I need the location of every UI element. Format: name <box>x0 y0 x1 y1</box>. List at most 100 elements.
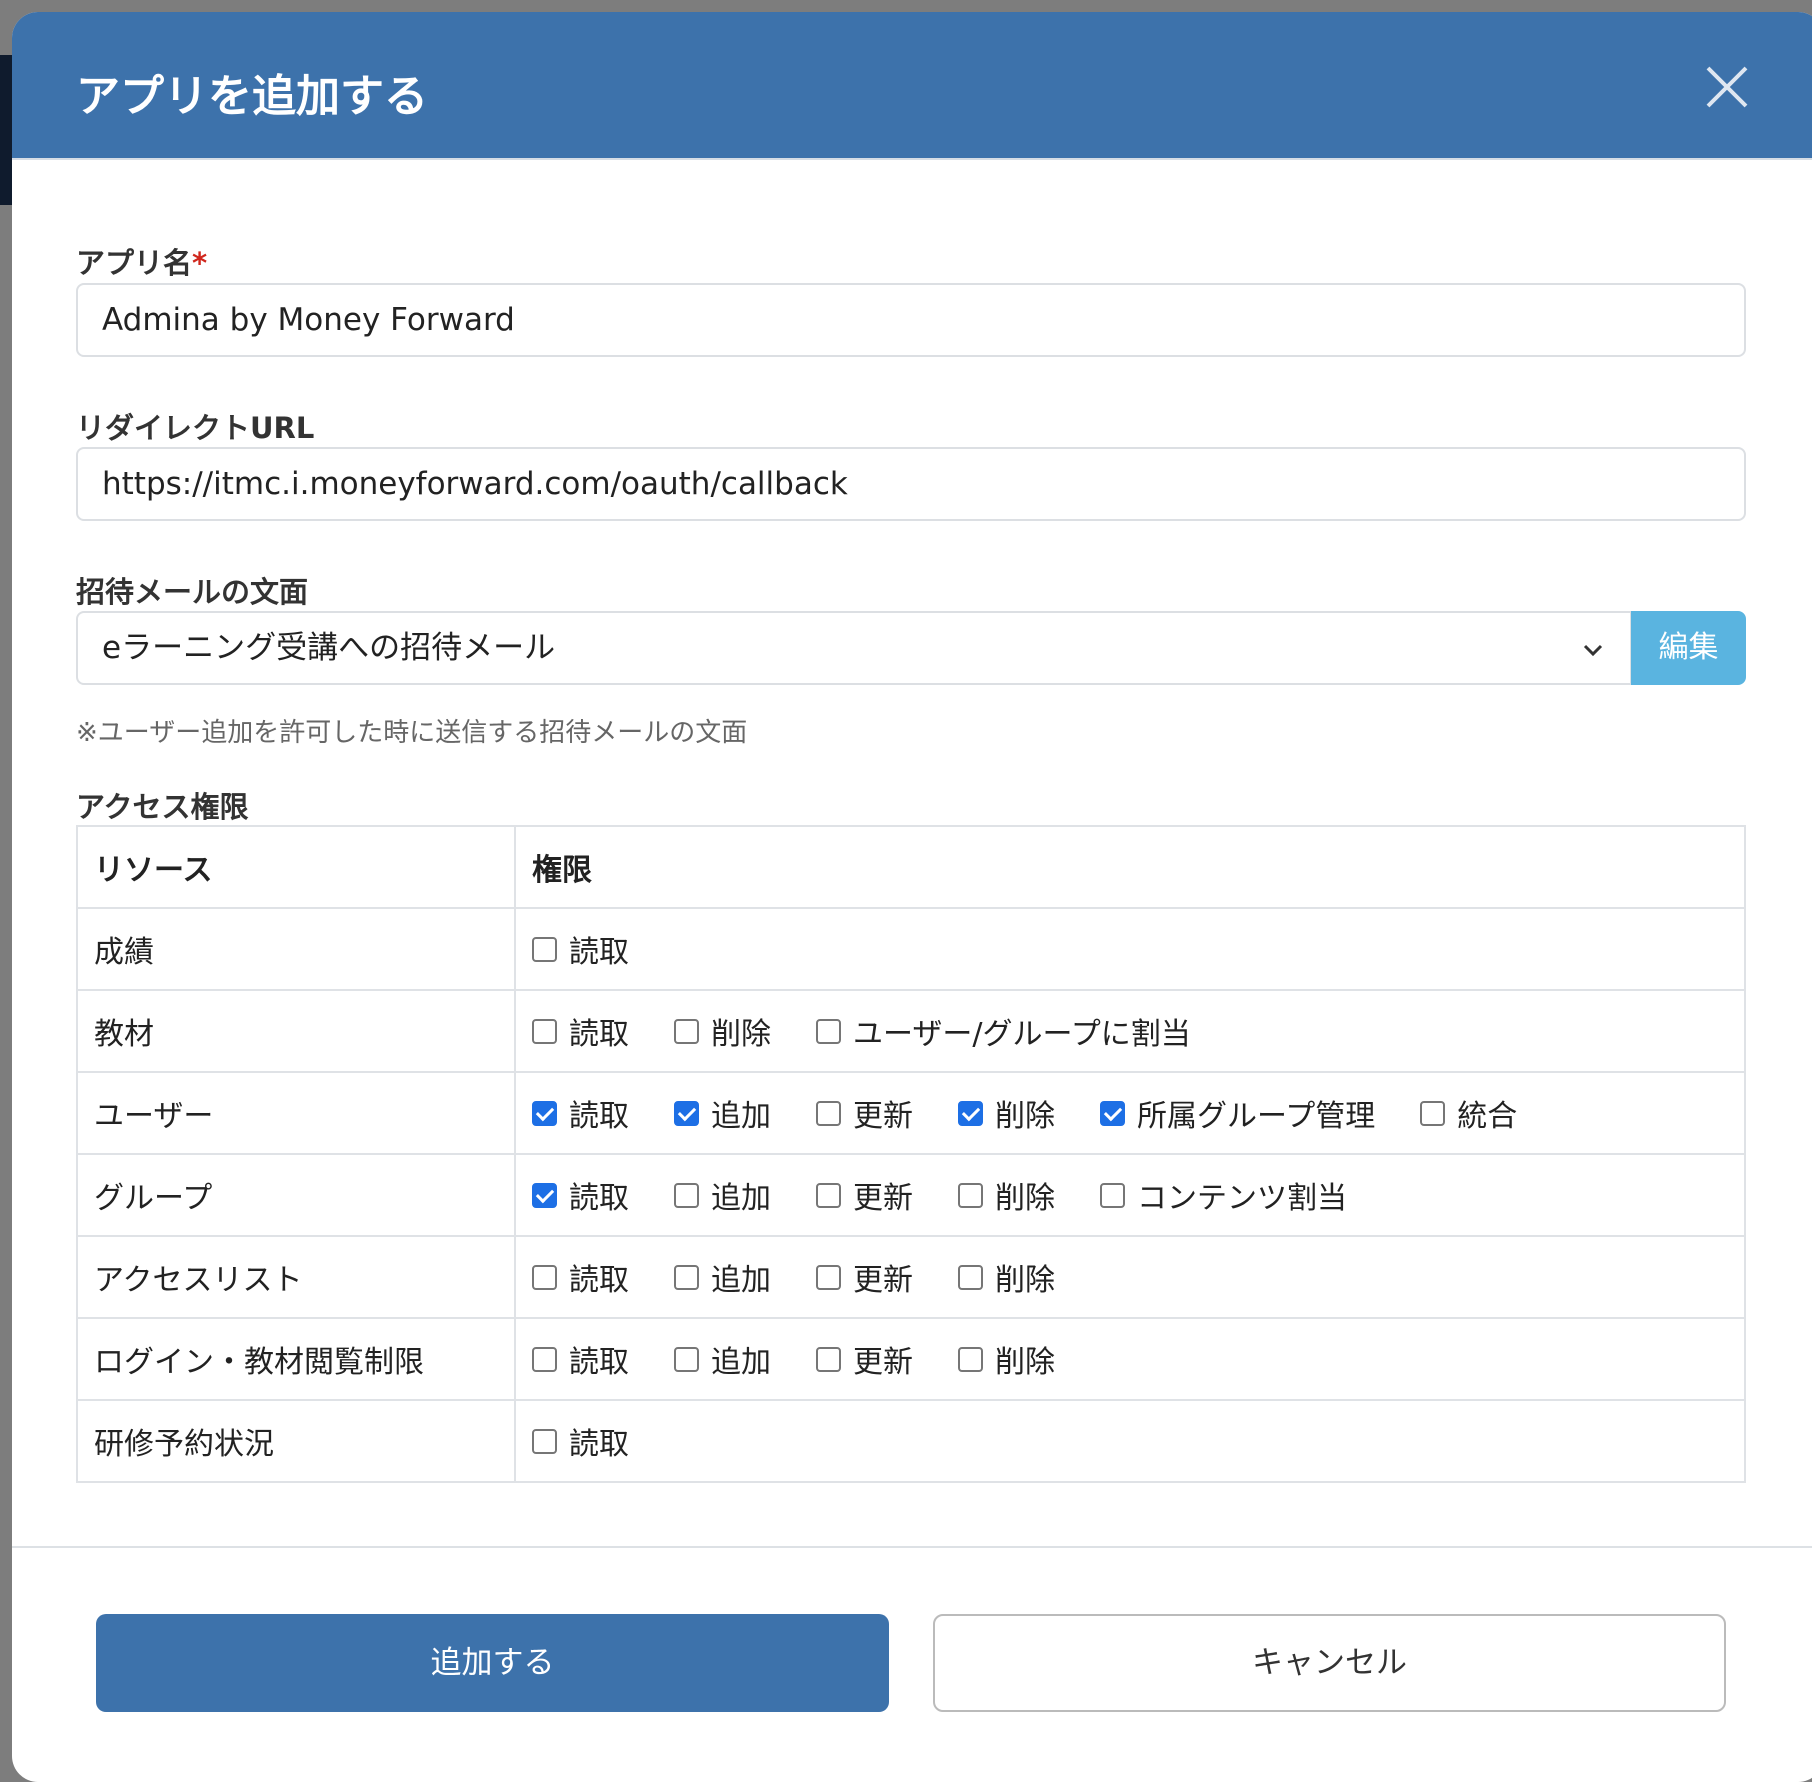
invite-mail-hint: ※ユーザー追加を許可した時に送信する招待メールの文面 <box>76 718 748 748</box>
permission-option[interactable]: 読取 <box>532 1419 629 1463</box>
checkbox[interactable] <box>674 1182 699 1208</box>
table-row: グループ 読取 追加 更新 削除 コンテンツ割当 <box>76 1153 1746 1237</box>
invite-mail-select[interactable]: eラーニング受講への招待メール <box>76 611 1632 685</box>
checkbox[interactable] <box>532 1346 557 1372</box>
redirect-url-input[interactable]: https://itmc.i.moneyforward.com/oauth/ca… <box>76 447 1746 521</box>
resource-name: ユーザー <box>76 1071 516 1155</box>
submit-button[interactable]: 追加する <box>96 1614 889 1712</box>
permission-option[interactable]: 更新 <box>816 1173 913 1217</box>
checkbox[interactable] <box>958 1182 983 1208</box>
permission-option[interactable]: 削除 <box>958 1255 1055 1299</box>
permission-label: 所属グループ管理 <box>1137 1099 1376 1134</box>
permission-label: 統合 <box>1457 1099 1518 1134</box>
permission-option[interactable]: 更新 <box>816 1255 913 1299</box>
permission-option[interactable]: 追加 <box>674 1255 771 1299</box>
resource-name: 教材 <box>76 989 516 1073</box>
permission-label: コンテンツ割当 <box>1137 1181 1347 1216</box>
checkbox[interactable] <box>1100 1100 1125 1126</box>
invite-mail-label: 招待メールの文面 <box>76 575 309 609</box>
permission-option[interactable]: 追加 <box>674 1173 771 1217</box>
checkbox[interactable] <box>674 1018 699 1044</box>
permission-option[interactable]: 追加 <box>674 1337 771 1381</box>
modal-header: アプリを追加する <box>12 12 1812 160</box>
permission-cell: 読取 追加 更新 削除 所属グループ管理 統合 <box>514 1071 1746 1155</box>
checkbox[interactable] <box>816 1018 841 1044</box>
permission-option[interactable]: 更新 <box>816 1091 913 1135</box>
permission-option[interactable]: 所属グループ管理 <box>1100 1091 1375 1135</box>
permission-label: 読取 <box>569 1427 629 1462</box>
permission-option[interactable]: 更新 <box>816 1337 913 1381</box>
checkbox[interactable] <box>1420 1100 1446 1126</box>
permission-option[interactable]: 追加 <box>674 1091 771 1135</box>
permission-option[interactable]: 読取 <box>532 1337 629 1381</box>
app-name-input[interactable]: Admina by Money Forward <box>76 283 1746 357</box>
permission-label: 削除 <box>995 1099 1055 1134</box>
checkbox[interactable] <box>674 1346 699 1372</box>
permission-option[interactable]: 統合 <box>1420 1091 1517 1135</box>
required-mark: * <box>192 246 208 280</box>
footer-divider <box>12 1546 1812 1548</box>
permissions-table: リソース 権限 成績 読取 教材 読取 削除 ユーザー/グループに割当 ユーザー 読取 追加 更新… <box>76 825 1746 1483</box>
permission-cell: 読取 <box>514 907 1746 991</box>
permission-option[interactable]: ユーザー/グループに割当 <box>816 1009 1191 1053</box>
redirect-url-label: リダイレクトURL <box>76 411 315 445</box>
app-name-label: アプリ名* <box>76 246 208 280</box>
permission-option[interactable]: 読取 <box>532 1173 629 1217</box>
table-row: アクセスリスト 読取 追加 更新 削除 <box>76 1235 1746 1319</box>
checkbox[interactable] <box>958 1100 983 1126</box>
permission-label: 読取 <box>569 935 629 970</box>
permission-label: 削除 <box>711 1017 771 1052</box>
permission-label: 更新 <box>853 1263 913 1298</box>
checkbox[interactable] <box>532 1100 557 1126</box>
close-icon[interactable] <box>1704 64 1750 110</box>
checkbox[interactable] <box>532 1018 557 1044</box>
permission-option[interactable]: 削除 <box>958 1337 1055 1381</box>
resource-name: 研修予約状況 <box>76 1399 516 1483</box>
permission-label: 読取 <box>569 1017 629 1052</box>
permission-label: 更新 <box>853 1345 913 1380</box>
permission-option[interactable]: 削除 <box>674 1009 771 1053</box>
permission-option[interactable]: 読取 <box>532 1009 629 1053</box>
table-row: ログイン・教材閲覧制限 読取 追加 更新 削除 <box>76 1317 1746 1401</box>
table-row: ユーザー 読取 追加 更新 削除 所属グループ管理 統合 <box>76 1071 1746 1155</box>
resource-name: グループ <box>76 1153 516 1237</box>
permission-label: 更新 <box>853 1099 913 1134</box>
permission-option[interactable]: 読取 <box>532 1091 629 1135</box>
checkbox[interactable] <box>532 936 557 962</box>
permission-cell: 読取 追加 更新 削除 <box>514 1317 1746 1401</box>
checkbox[interactable] <box>674 1264 699 1290</box>
permission-option[interactable]: 削除 <box>958 1091 1055 1135</box>
checkbox[interactable] <box>532 1182 557 1208</box>
table-row: 研修予約状況 読取 <box>76 1399 1746 1483</box>
permission-option[interactable]: 読取 <box>532 927 629 971</box>
checkbox[interactable] <box>1100 1182 1125 1208</box>
permission-cell: 読取 <box>514 1399 1746 1483</box>
checkbox[interactable] <box>532 1264 557 1290</box>
permission-label: 削除 <box>995 1345 1055 1380</box>
modal-title: アプリを追加する <box>76 71 428 122</box>
resource-name: 成績 <box>76 907 516 991</box>
checkbox[interactable] <box>674 1100 699 1126</box>
permission-label: 追加 <box>711 1181 771 1216</box>
permission-label: 追加 <box>711 1345 771 1380</box>
checkbox[interactable] <box>532 1428 557 1454</box>
cancel-button[interactable]: キャンセル <box>933 1614 1726 1712</box>
checkbox[interactable] <box>958 1346 983 1372</box>
permission-option[interactable]: コンテンツ割当 <box>1100 1173 1347 1217</box>
table-row: 成績 読取 <box>76 907 1746 991</box>
edit-button[interactable]: 編集 <box>1631 611 1746 685</box>
checkbox[interactable] <box>816 1182 841 1208</box>
permission-option[interactable]: 削除 <box>958 1173 1055 1217</box>
permission-label: 削除 <box>995 1263 1055 1298</box>
checkbox[interactable] <box>816 1264 841 1290</box>
resource-name: アクセスリスト <box>76 1235 516 1319</box>
checkbox[interactable] <box>816 1346 841 1372</box>
checkbox[interactable] <box>816 1100 841 1126</box>
table-row: 教材 読取 削除 ユーザー/グループに割当 <box>76 989 1746 1073</box>
permission-cell: 読取 追加 更新 削除 コンテンツ割当 <box>514 1153 1746 1237</box>
header-resource: リソース <box>76 825 516 909</box>
permission-option[interactable]: 読取 <box>532 1255 629 1299</box>
checkbox[interactable] <box>958 1264 983 1290</box>
permission-label: 読取 <box>569 1345 629 1380</box>
permission-label: 読取 <box>569 1099 629 1134</box>
